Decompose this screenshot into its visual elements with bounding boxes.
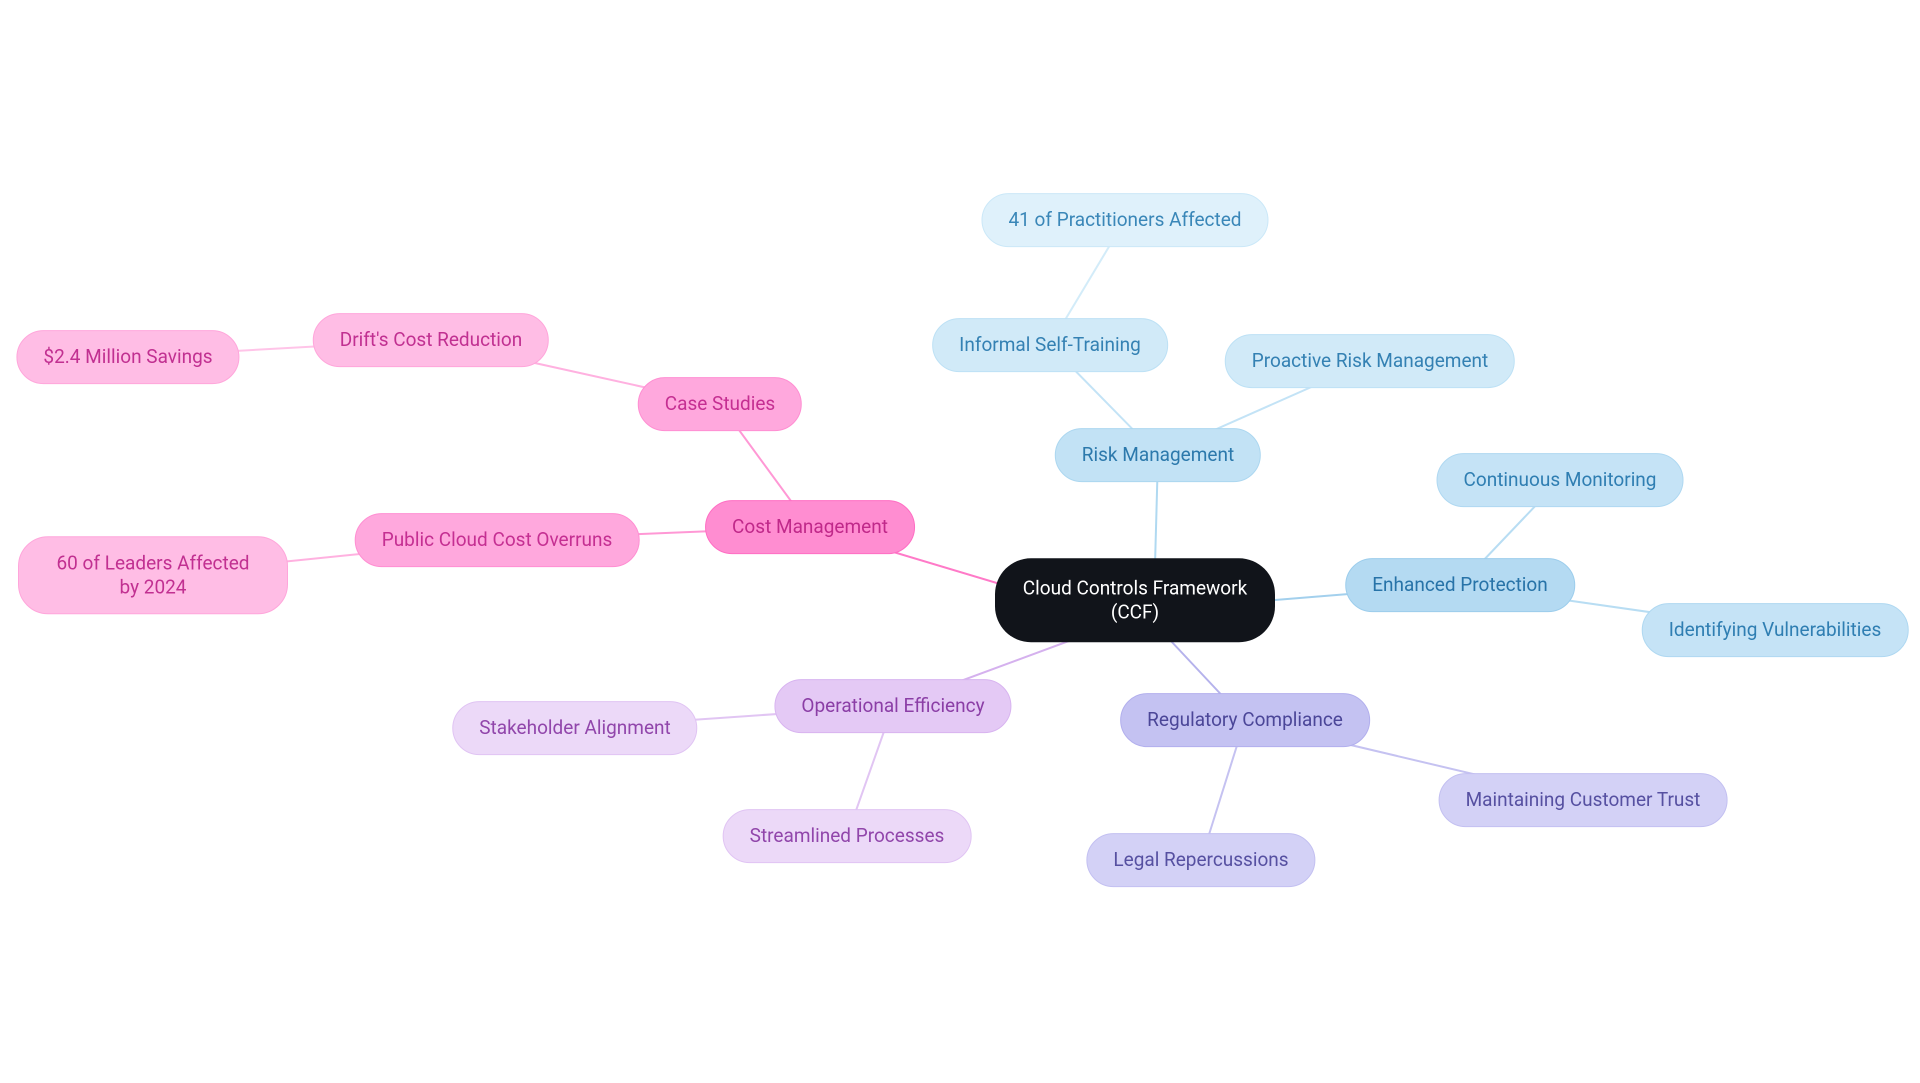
stakeholder-label: Stakeholder Alignment (479, 716, 670, 739)
node-stakeholder[interactable]: Stakeholder Alignment (452, 701, 697, 755)
protect-label: Enhanced Protection (1372, 573, 1548, 596)
node-case-studies[interactable]: Case Studies (638, 377, 802, 431)
root-node[interactable]: Cloud Controls Framework (CCF) (995, 558, 1275, 642)
proactive-label: Proactive Risk Management (1252, 349, 1488, 372)
node-enhanced-protection[interactable]: Enhanced Protection (1345, 558, 1575, 612)
reg-label: Regulatory Compliance (1147, 708, 1343, 731)
selftrain-label: Informal Self-Training (959, 333, 1141, 356)
node-trust[interactable]: Maintaining Customer Trust (1439, 773, 1728, 827)
case-studies-label: Case Studies (665, 392, 775, 415)
cost-label: Cost Management (732, 515, 888, 538)
node-selftrain[interactable]: Informal Self-Training (932, 318, 1168, 372)
drift-label: Drift's Cost Reduction (340, 328, 522, 351)
node-risk-management[interactable]: Risk Management (1055, 428, 1261, 482)
trust-label: Maintaining Customer Trust (1466, 788, 1701, 811)
node-cost-management[interactable]: Cost Management (705, 500, 915, 554)
node-proactive[interactable]: Proactive Risk Management (1225, 334, 1515, 388)
node-vuln[interactable]: Identifying Vulnerabilities (1642, 603, 1909, 657)
edge-layer (0, 0, 1920, 1083)
monitor-label: Continuous Monitoring (1464, 468, 1657, 491)
node-monitor[interactable]: Continuous Monitoring (1437, 453, 1684, 507)
node-savings[interactable]: $2.4 Million Savings (16, 330, 239, 384)
node-regulatory-compliance[interactable]: Regulatory Compliance (1120, 693, 1370, 747)
node-leaders[interactable]: 60 of Leaders Affected by 2024 (18, 536, 288, 614)
legal-label: Legal Repercussions (1113, 848, 1288, 871)
node-operational-efficiency[interactable]: Operational Efficiency (774, 679, 1011, 733)
node-legal[interactable]: Legal Repercussions (1086, 833, 1315, 887)
node-drift-cost[interactable]: Drift's Cost Reduction (313, 313, 549, 367)
mindmap-canvas: Cloud Controls Framework (CCF) Cost Mana… (0, 0, 1920, 1083)
leaders-label: 60 of Leaders Affected by 2024 (56, 551, 249, 598)
overruns-label: Public Cloud Cost Overruns (382, 528, 613, 551)
risk-label: Risk Management (1082, 443, 1234, 466)
root-label: Cloud Controls Framework (CCF) (1023, 576, 1247, 623)
node-practitioners[interactable]: 41 of Practitioners Affected (981, 193, 1268, 247)
node-streamlined[interactable]: Streamlined Processes (723, 809, 972, 863)
vuln-label: Identifying Vulnerabilities (1669, 618, 1882, 641)
streamlined-label: Streamlined Processes (750, 824, 945, 847)
node-overruns[interactable]: Public Cloud Cost Overruns (355, 513, 640, 567)
ops-label: Operational Efficiency (801, 694, 984, 717)
practitioners-label: 41 of Practitioners Affected (1008, 208, 1241, 231)
savings-label: $2.4 Million Savings (43, 345, 212, 368)
